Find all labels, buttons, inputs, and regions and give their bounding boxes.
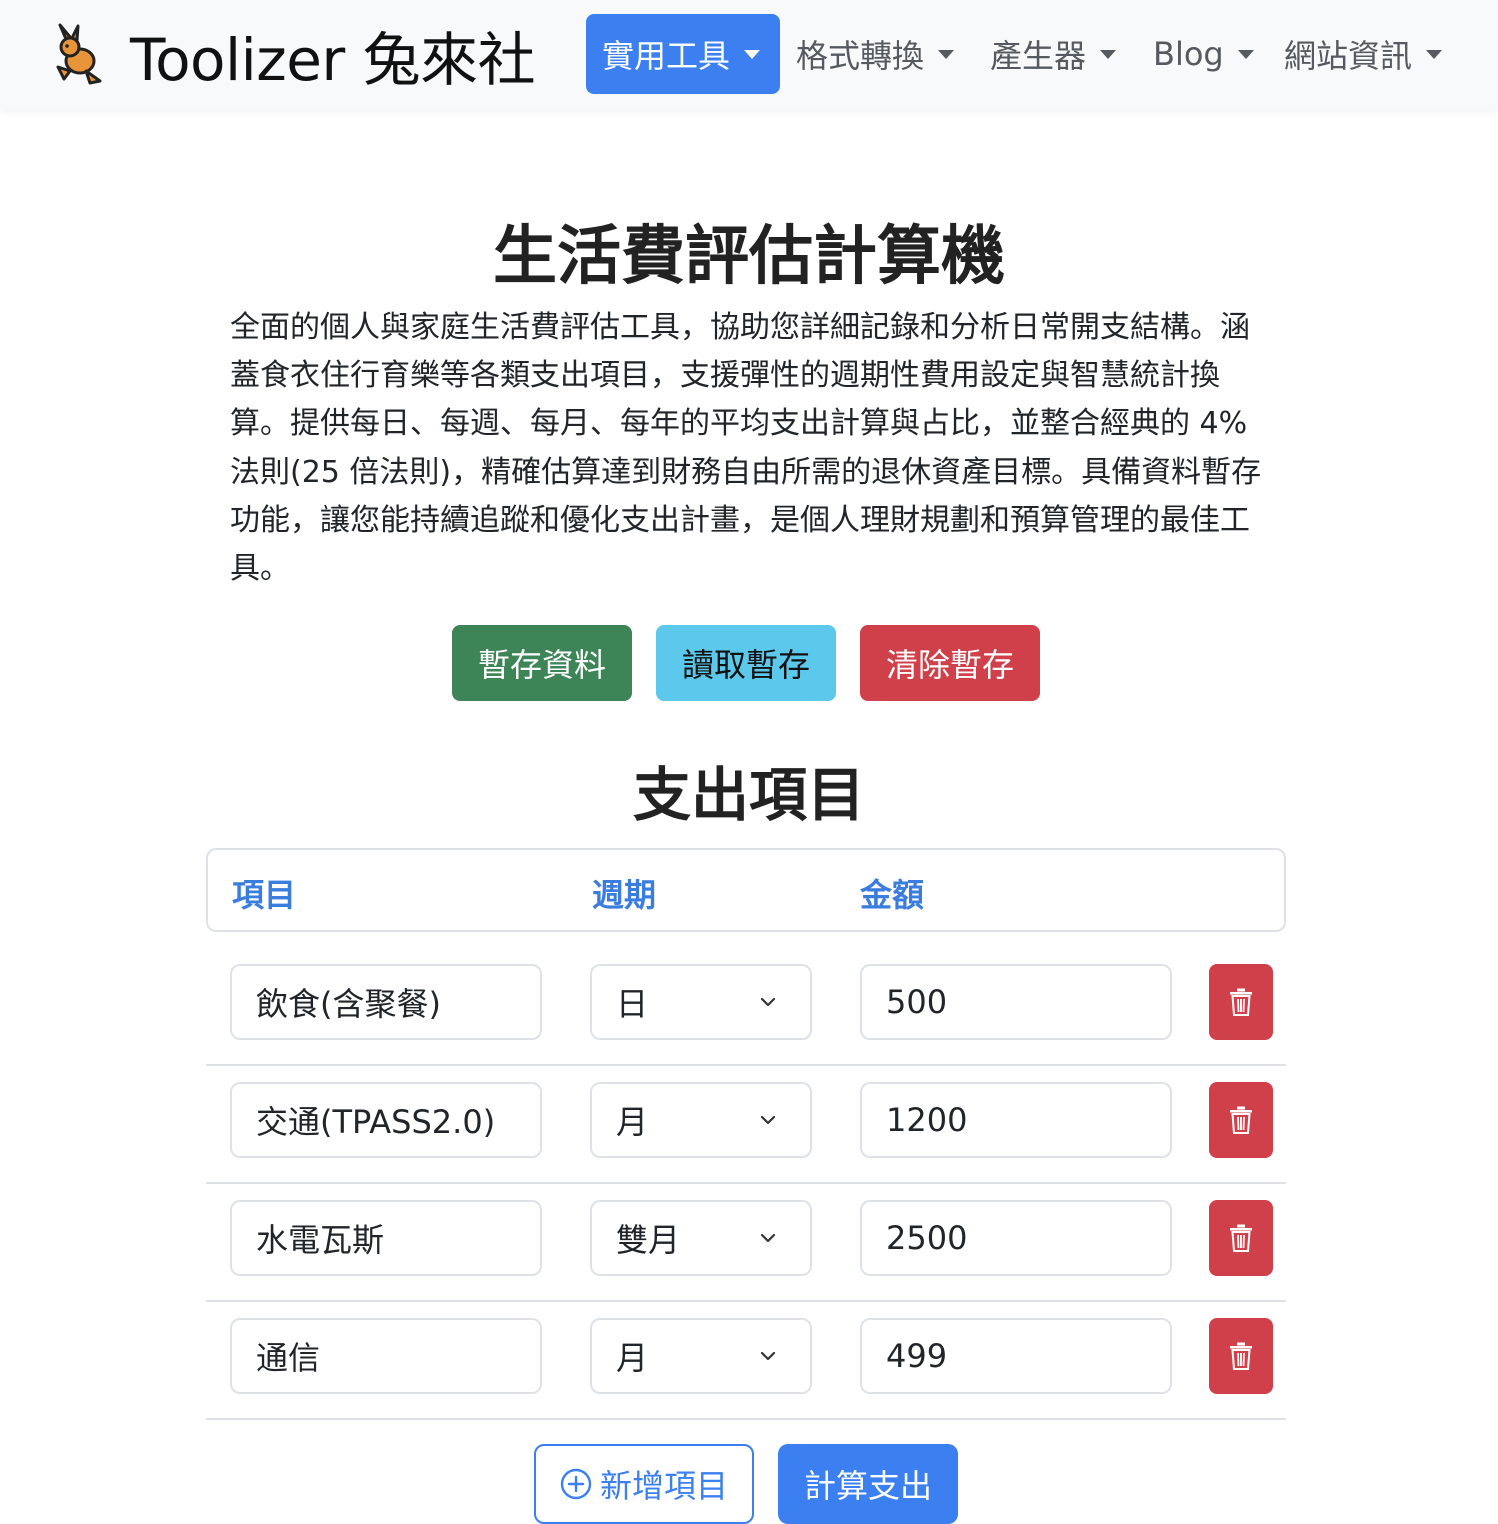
period-select-value: 月	[616, 1103, 649, 1141]
delete-row-button[interactable]	[1209, 1200, 1273, 1276]
page-title: 生活費評估計算機	[493, 220, 1005, 294]
period-select-value: 月	[616, 1339, 649, 1377]
caret-down-icon	[1237, 49, 1254, 59]
caret-down-icon	[1426, 49, 1443, 59]
item-name-input[interactable]: 飲食(含聚餐)	[230, 964, 542, 1040]
nav-label: Blog	[1153, 35, 1224, 73]
period-select[interactable]: 月	[590, 1318, 812, 1394]
trash-icon	[1230, 1106, 1252, 1134]
nav-label: 網站資訊	[1284, 37, 1413, 75]
intro-paragraph: 全面的個人與家庭生活費評估工具，協助您詳細記錄和分析日常開支結構。涵蓋食衣住行育…	[230, 310, 1262, 587]
delete-row-button[interactable]	[1209, 1082, 1273, 1158]
trash-icon	[1230, 1224, 1252, 1252]
period-select-value: 日	[616, 985, 649, 1023]
period-select[interactable]: 雙月	[590, 1200, 812, 1276]
nav-format-dropdown[interactable]: 格式轉換	[796, 14, 955, 94]
caret-down-icon	[938, 49, 955, 59]
chevron-down-icon	[760, 997, 776, 1007]
brand-link[interactable]: Toolizer 兔來社	[50, 18, 536, 94]
nav-tools-dropdown[interactable]: 實用工具	[586, 14, 780, 94]
item-name-input[interactable]: 通信	[230, 1318, 542, 1394]
item-name-input[interactable]: 水電瓦斯	[230, 1200, 542, 1276]
calculate-button[interactable]: 計算支出	[778, 1444, 958, 1524]
brand-name: Toolizer 兔來社	[130, 26, 536, 94]
column-header-period: 週期	[592, 876, 657, 914]
amount-input[interactable]: 499	[860, 1318, 1172, 1394]
table-header: 項目 週期 金額	[206, 848, 1286, 932]
period-select[interactable]: 月	[590, 1082, 812, 1158]
add-item-label: 新增項目	[599, 1467, 728, 1505]
add-item-button[interactable]: 新增項目	[534, 1444, 754, 1524]
column-header-amount: 金額	[860, 876, 925, 914]
chevron-down-icon	[760, 1115, 776, 1125]
trash-icon	[1230, 988, 1252, 1016]
nav-label: 格式轉換	[796, 37, 925, 75]
caret-down-icon	[1100, 49, 1117, 59]
caret-down-icon	[744, 49, 761, 59]
top-navbar: Toolizer 兔來社 實用工具 格式轉換 產生器 Blog 網站資訊	[0, 0, 1498, 110]
table-row: 水電瓦斯 雙月 2500	[206, 1184, 1286, 1302]
load-data-button[interactable]: 讀取暫存	[656, 625, 836, 701]
amount-input[interactable]: 1200	[860, 1082, 1172, 1158]
nav-generator-dropdown[interactable]: 產生器	[990, 14, 1117, 94]
amount-input[interactable]: 500	[860, 964, 1172, 1040]
delete-row-button[interactable]	[1209, 1318, 1273, 1394]
nav-blog-dropdown[interactable]: Blog	[1153, 14, 1254, 94]
amount-input[interactable]: 2500	[860, 1200, 1172, 1276]
section-title: 支出項目	[632, 761, 865, 829]
period-select[interactable]: 日	[590, 964, 812, 1040]
save-data-button[interactable]: 暫存資料	[452, 625, 632, 701]
rabbit-logo-icon	[56, 23, 102, 85]
delete-row-button[interactable]	[1209, 964, 1273, 1040]
nav-label: 產生器	[990, 37, 1087, 75]
plus-circle-icon	[560, 1468, 592, 1500]
clear-data-button[interactable]: 清除暫存	[860, 625, 1040, 701]
table-row: 飲食(含聚餐) 日 500	[206, 948, 1286, 1066]
chevron-down-icon	[760, 1351, 776, 1361]
item-name-input[interactable]: 交通(TPASS2.0)	[230, 1082, 542, 1158]
table-row: 通信 月 499	[206, 1302, 1286, 1420]
column-header-item: 項目	[232, 876, 297, 914]
chevron-down-icon	[760, 1233, 776, 1243]
period-select-value: 雙月	[616, 1221, 681, 1259]
trash-icon	[1230, 1342, 1252, 1370]
nav-label: 實用工具	[602, 37, 731, 75]
nav-siteinfo-dropdown[interactable]: 網站資訊	[1284, 14, 1443, 94]
table-row: 交通(TPASS2.0) 月 1200	[206, 1066, 1286, 1184]
